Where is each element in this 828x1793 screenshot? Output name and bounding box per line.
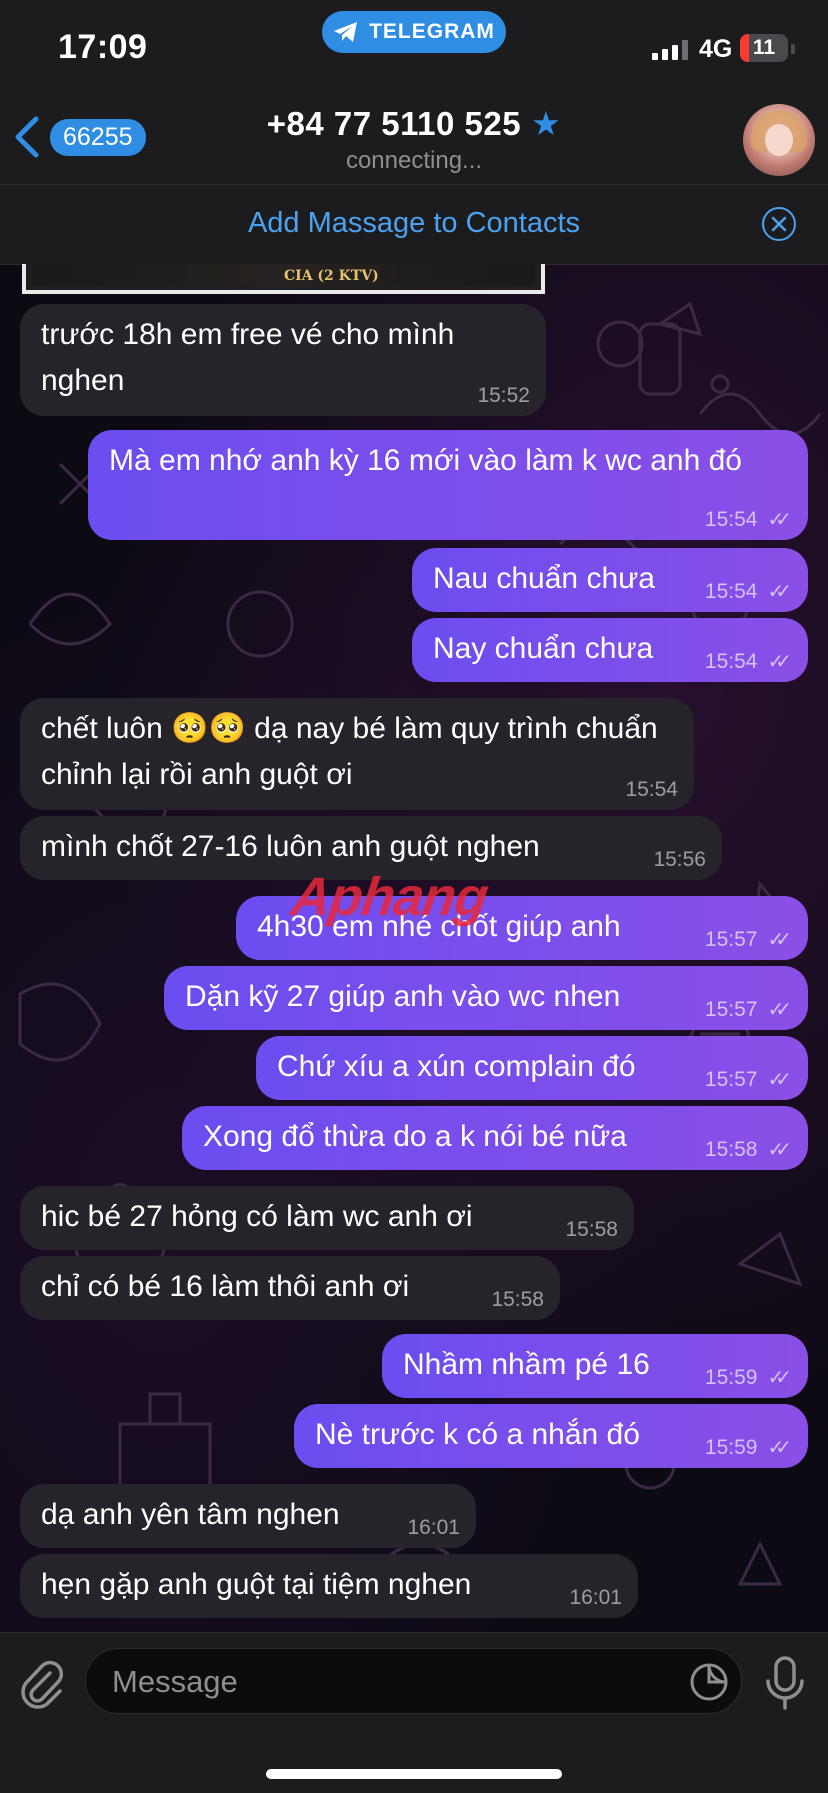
connection-status: connecting... [345,147,483,174]
read-ticks-icon: ✓✓ [767,1367,791,1389]
message-time: 15:57 [704,1067,758,1091]
chat-title[interactable]: +84 77 5110 525 ★ [0,104,828,143]
sticker-icon[interactable] [689,1662,729,1702]
message-time: 15:52 [477,384,530,407]
message-text: Mà em nhớ anh kỳ 16 mới vào làm k wc anh… [109,444,742,477]
message-bubble-outgoing[interactable]: Nhầm nhầm pé 16 15:59 ✓✓ [382,1334,808,1398]
message-time: 15:54 [704,579,758,603]
home-indicator [266,1769,562,1779]
battery-tip [791,44,795,54]
message-input-field[interactable] [85,1648,742,1715]
read-ticks-icon: ✓✓ [767,509,791,531]
message-text: hic bé 27 hỏng có làm wc anh ơi [41,1200,473,1233]
read-ticks-icon: ✓✓ [767,651,791,673]
battery-level: 11 [752,36,776,59]
message-time: 15:58 [704,1137,758,1161]
read-ticks-icon: ✓✓ [767,1069,791,1091]
message-time: 15:59 [704,1365,758,1389]
message-time: 15:57 [704,927,758,951]
message-text: trước 18h em free vé cho mình nghen [41,318,455,397]
message-bubble-outgoing[interactable]: Chứ xíu a xún complain đó 15:57 ✓✓ [256,1036,808,1100]
battery-icon: 11 [740,34,788,62]
read-ticks-icon: ✓✓ [767,929,791,951]
message-time: 15:54 [704,649,758,673]
message-time: 16:01 [569,1586,622,1609]
add-contact-bar: Add Massage to Contacts [0,185,828,265]
message-text: chỉ có bé 16 làm thôi anh ơi [41,1270,410,1303]
message-bubble-incoming[interactable]: hẹn gặp anh guột tại tiệm nghen 16:01 [20,1554,638,1618]
status-bar: 17:09 TELEGRAM 4G 11 [0,0,828,90]
message-time: 15:58 [491,1288,544,1311]
message-time: 15:58 [565,1218,618,1241]
message-bubble-outgoing[interactable]: Nau chuẩn chưa 15:54 ✓✓ [412,548,808,612]
star-icon: ★ [531,105,562,142]
contact-phone: +84 77 5110 525 [266,105,522,142]
network-type: 4G [699,35,733,63]
message-time: 16:01 [407,1516,460,1539]
watermark: Aphang [287,867,492,927]
status-time: 17:09 [58,28,148,66]
message-bubble-incoming[interactable]: dạ anh yên tâm nghen 16:01 [20,1484,476,1548]
message-bubble-incoming[interactable]: chỉ có bé 16 làm thôi anh ơi 15:58 [20,1256,560,1320]
read-ticks-icon: ✓✓ [767,1437,791,1459]
message-bubble-outgoing[interactable]: Nè trước k có a nhắn đó 15:59 ✓✓ [294,1404,808,1468]
message-time: 15:54 [704,507,758,531]
message-bubble-outgoing[interactable]: Nay chuẩn chưa 15:54 ✓✓ [412,618,808,682]
photo-message-remnant[interactable]: CIA (2 KTV) [22,264,545,294]
message-text: dạ anh yên tâm nghen [41,1498,340,1531]
message-text: chết luôn 🥺🥺 dạ nay bé làm quy trình chu… [41,712,658,791]
photo-caption: CIA (2 KTV) [284,268,379,284]
close-icon[interactable] [762,207,796,241]
message-time: 15:59 [704,1435,758,1459]
message-input[interactable] [110,1649,674,1715]
telegram-icon [334,22,358,42]
telegram-pill[interactable]: TELEGRAM [322,11,506,53]
message-bubble-outgoing[interactable]: Xong đổ thừa do a k nói bé nữa 15:58 ✓✓ [182,1106,808,1170]
telegram-pill-label: TELEGRAM [369,20,495,43]
read-ticks-icon: ✓✓ [767,581,791,603]
microphone-icon[interactable] [764,1655,806,1711]
add-contact-link[interactable]: Add Massage to Contacts [0,207,828,240]
message-bubble-incoming[interactable]: hic bé 27 hỏng có làm wc anh ơi 15:58 [20,1186,634,1250]
read-ticks-icon: ✓✓ [767,1139,791,1161]
read-ticks-icon: ✓✓ [767,999,791,1021]
message-text: mình chốt 27-16 luôn anh guột nghen [41,830,540,863]
avatar[interactable] [743,104,815,176]
signal-icon [652,40,688,60]
message-text: hẹn gặp anh guột tại tiệm nghen [41,1568,472,1601]
chat-header: 66255 +84 77 5110 525 ★ connecting... [0,90,828,185]
message-bubble-outgoing[interactable]: Mà em nhớ anh kỳ 16 mới vào làm k wc anh… [88,430,808,540]
composer-bar [0,1632,828,1793]
message-time: 15:54 [625,778,678,801]
paperclip-icon[interactable] [20,1659,64,1709]
message-time: 15:56 [653,848,706,871]
message-text: Dặn kỹ 27 giúp anh vào wc nhen [185,980,621,1013]
message-bubble-incoming[interactable]: trước 18h em free vé cho mình nghen 15:5… [20,304,546,416]
message-time: 15:57 [704,997,758,1021]
message-bubble-outgoing[interactable]: Dặn kỹ 27 giúp anh vào wc nhen 15:57 ✓✓ [164,966,808,1030]
message-bubble-incoming[interactable]: chết luôn 🥺🥺 dạ nay bé làm quy trình chu… [20,698,694,810]
